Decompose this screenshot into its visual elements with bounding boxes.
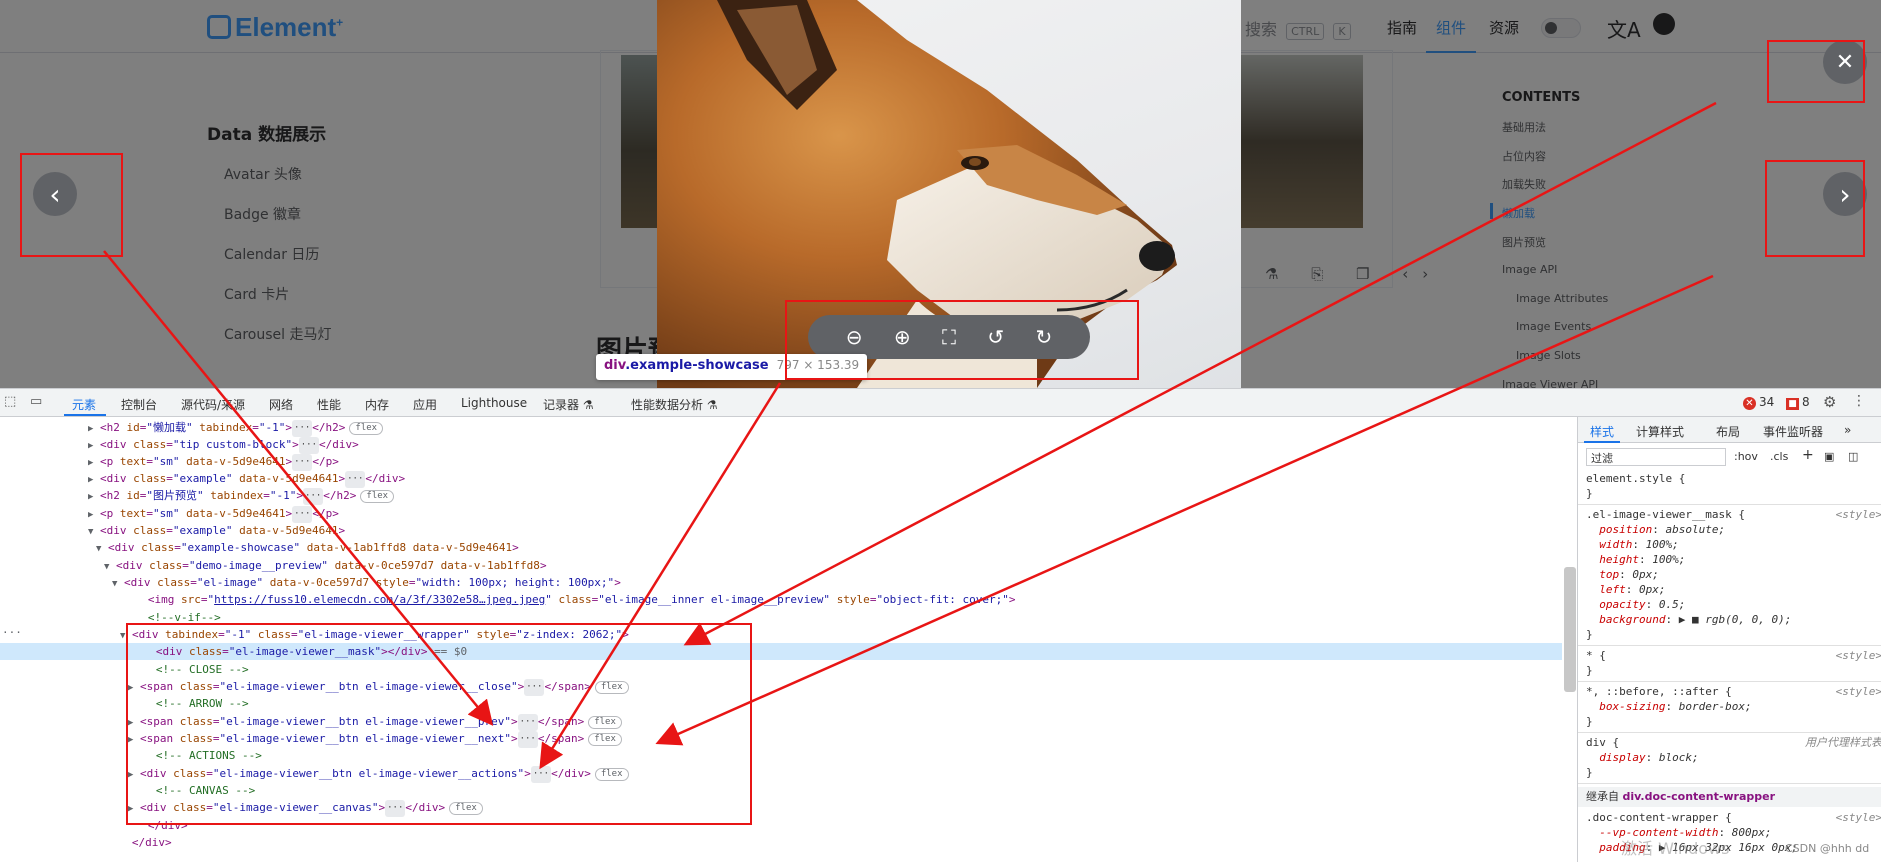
device-toolbar-icon[interactable]: ▭: [30, 394, 42, 409]
dom-node[interactable]: ▼ <div class="el-image" data-v-0ce597d7 …: [0, 574, 1562, 591]
issue-icon: ■: [1786, 398, 1799, 410]
style-property[interactable]: height: 100%;: [1586, 553, 1881, 567]
annotation-box-prev: [20, 153, 123, 257]
style-property[interactable]: display: block;: [1586, 751, 1881, 765]
tab-sources[interactable]: 源代码/来源: [181, 396, 245, 413]
style-rule-selector[interactable]: * {<style>: [1586, 649, 1881, 663]
style-divider: [1578, 732, 1881, 733]
csdn-credit: CSDN @hhh dd: [1785, 842, 1870, 855]
tab-elements[interactable]: 元素: [72, 396, 96, 413]
selected-node-dots: ···: [2, 626, 22, 639]
dom-node[interactable]: ▶ <p text="sm" data-v-5d9e4641> ··· </p>: [0, 505, 1562, 523]
style-rule-selector[interactable]: .el-image-viewer__mask {<style>: [1586, 508, 1881, 522]
inspect-element-icon[interactable]: ⬚: [4, 394, 16, 409]
dom-node[interactable]: ▼ <div class="example" data-v-5d9e4641>: [0, 522, 1562, 539]
dom-node[interactable]: ▶ <h2 id="懒加载" tabindex="-1"> ··· </h2> fle…: [0, 419, 1562, 437]
active-tab-indicator: [64, 414, 106, 416]
hov-toggle[interactable]: :hov: [1734, 450, 1758, 463]
style-rule-selector[interactable]: div {用户代理样式表: [1586, 736, 1881, 750]
style-rule-selector[interactable]: element.style {: [1586, 472, 1881, 486]
style-rule-close: }: [1586, 628, 1593, 641]
annotation-box-next: [1765, 160, 1865, 257]
dom-node[interactable]: ▶ <h2 id="图片预览" tabindex="-1"> ··· </h2> fl…: [0, 487, 1562, 505]
tab-lighthouse[interactable]: Lighthouse: [461, 396, 527, 410]
style-rule-selector[interactable]: .doc-content-wrapper {<style>: [1586, 811, 1881, 825]
inherited-from-header: 继承自 div.doc-content-wrapper: [1578, 787, 1881, 807]
styles-tab-indicator: [1584, 441, 1620, 443]
style-rule-selector[interactable]: *, ::before, ::after {<style>: [1586, 685, 1881, 699]
style-property[interactable]: left: 0px;: [1586, 583, 1881, 597]
tab-computed[interactable]: 计算样式: [1636, 423, 1684, 440]
more-menu-icon[interactable]: ⋮: [1852, 393, 1866, 409]
style-divider: [1578, 681, 1881, 682]
style-property[interactable]: position: absolute;: [1586, 523, 1881, 537]
add-rule-icon[interactable]: +: [1802, 447, 1814, 463]
style-property[interactable]: box-sizing: border-box;: [1586, 700, 1881, 714]
tab-application[interactable]: 应用: [413, 396, 437, 413]
settings-gear-icon[interactable]: ⚙: [1823, 393, 1836, 411]
tab-event-listeners[interactable]: 事件监听器: [1763, 423, 1823, 440]
tab-performance-insights[interactable]: 性能数据分析 ⚗: [631, 396, 718, 413]
tab-memory[interactable]: 内存: [365, 396, 389, 413]
more-tabs-icon[interactable]: »: [1844, 423, 1851, 437]
tab-styles[interactable]: 样式: [1590, 423, 1614, 440]
cls-toggle[interactable]: .cls: [1770, 450, 1788, 463]
dom-node[interactable]: ▶ <div class="tip custom-block"> ··· </div…: [0, 436, 1562, 454]
tab-console[interactable]: 控制台: [121, 396, 157, 413]
styles-tabbar: 样式 计算样式 布局 事件监听器 »: [1578, 417, 1881, 443]
dom-node[interactable]: </div>: [0, 834, 1562, 851]
dom-node[interactable]: ▶ <p text="sm" data-v-5d9e4641> ··· </p>: [0, 453, 1562, 471]
toggle-sidebar-icon[interactable]: ◫: [1848, 450, 1858, 463]
style-divider: [1578, 645, 1881, 646]
tab-layout[interactable]: 布局: [1716, 423, 1740, 440]
style-property[interactable]: background: ▶ ■ rgb(0, 0, 0);: [1586, 613, 1881, 627]
devtools-tabbar: ⬚ ▭ 元素 控制台 源代码/来源 网络 性能 内存 应用 Lighthouse…: [0, 389, 1881, 417]
style-property[interactable]: top: 0px;: [1586, 568, 1881, 582]
dom-node[interactable]: ▼ <div class="example-showcase" data-v-1…: [0, 539, 1562, 556]
style-divider: [1578, 783, 1881, 784]
style-rule-close: }: [1586, 715, 1593, 728]
tab-performance[interactable]: 性能: [317, 396, 341, 413]
dom-node[interactable]: <img src="https://fuss10.elemecdn.com/a/…: [0, 591, 1562, 608]
tooltip-class: .example-showcase: [625, 358, 769, 373]
styles-pane: 样式 计算样式 布局 事件监听器 » 过滤 :hov .cls + ▣ ◫ el…: [1577, 417, 1881, 862]
style-rule-close: }: [1586, 664, 1593, 677]
windows-watermark: 激活 Windows: [1621, 839, 1730, 858]
dom-node[interactable]: ▶ <div class="example" data-v-5d9e4641> ·…: [0, 470, 1562, 488]
tab-network[interactable]: 网络: [269, 396, 293, 413]
tab-recorder[interactable]: 记录器 ⚗: [543, 396, 594, 413]
error-count-badge[interactable]: ✕ 34: [1743, 395, 1774, 410]
style-rule-close: }: [1586, 766, 1593, 779]
annotation-box-actions: [785, 300, 1139, 380]
style-rule-close: }: [1586, 487, 1593, 500]
dom-node[interactable]: ▼ <div class="demo-image__preview" data-…: [0, 557, 1562, 574]
style-property[interactable]: width: 100%;: [1586, 538, 1881, 552]
annotation-box-dom: [126, 623, 752, 825]
color-format-icon[interactable]: ▣: [1824, 450, 1834, 463]
styles-filter-input[interactable]: 过滤: [1586, 448, 1726, 466]
issue-count-badge[interactable]: ■ 8: [1786, 395, 1810, 410]
style-property[interactable]: opacity: 0.5;: [1586, 598, 1881, 612]
error-icon: ✕: [1743, 397, 1756, 410]
tooltip-tag: div: [604, 358, 626, 373]
annotation-box-close: [1767, 40, 1865, 103]
style-divider: [1578, 504, 1881, 505]
elements-scrollbar[interactable]: [1564, 567, 1576, 692]
